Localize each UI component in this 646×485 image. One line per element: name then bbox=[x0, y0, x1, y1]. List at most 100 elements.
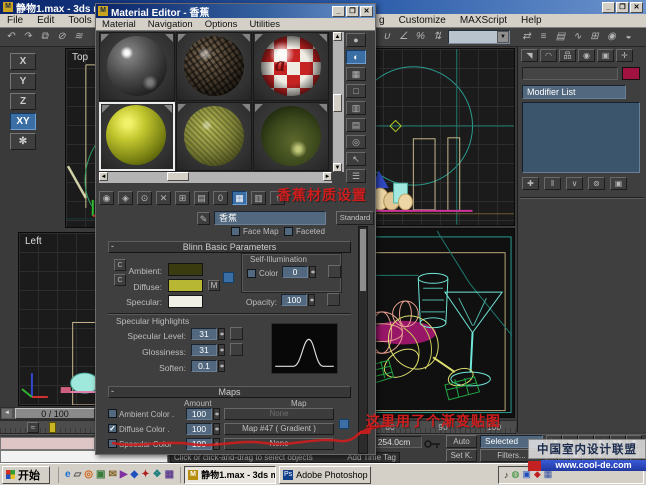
undo-icon[interactable]: ↶ bbox=[2, 29, 19, 44]
material-sample-slot[interactable] bbox=[253, 102, 329, 171]
dropdown-arrow-icon[interactable]: ▼ bbox=[497, 31, 509, 43]
material-sample-slot[interactable]: a bbox=[253, 32, 329, 101]
backlight-icon[interactable]: ◐ bbox=[346, 50, 366, 64]
volume-icon[interactable]: ♪ bbox=[504, 470, 509, 480]
align-icon[interactable]: ≡ bbox=[535, 29, 552, 44]
quicklaunch-icon-1[interactable]: ▣ bbox=[96, 469, 105, 480]
modifier-stack-list[interactable] bbox=[522, 102, 640, 173]
me-menu-navigation[interactable]: Navigation bbox=[142, 19, 199, 30]
ambient-map-amount[interactable]: 100 bbox=[186, 408, 212, 420]
material-id-channel-icon[interactable]: 0 bbox=[213, 191, 228, 205]
menu-customize[interactable]: Customize bbox=[392, 15, 453, 26]
specular-map-button[interactable]: None bbox=[224, 438, 334, 450]
previous-frame-arrow-icon[interactable]: ◄ bbox=[2, 409, 12, 418]
menu-help[interactable]: Help bbox=[514, 15, 549, 26]
quicklaunch-icon-2[interactable]: ✉ bbox=[108, 469, 116, 480]
quicklaunch-icon-3[interactable]: ▶ bbox=[120, 469, 128, 480]
material-editor-icon[interactable]: ◉ bbox=[603, 29, 620, 44]
axis-x-button[interactable]: X bbox=[10, 53, 36, 70]
put-to-scene-icon[interactable]: ◈ bbox=[118, 191, 133, 205]
close-button[interactable]: ✕ bbox=[630, 2, 643, 13]
snap-flyout-icon[interactable]: ✻ bbox=[10, 133, 36, 150]
specular-level-value[interactable]: 31 bbox=[191, 328, 217, 340]
object-color-swatch[interactable] bbox=[622, 67, 640, 80]
glossiness-map-button[interactable] bbox=[230, 343, 243, 356]
glossiness-spinner[interactable] bbox=[218, 344, 225, 356]
percent-snap-icon[interactable]: % bbox=[412, 29, 429, 44]
opacity-value[interactable]: 100 bbox=[281, 294, 307, 306]
menu-tools[interactable]: Tools bbox=[61, 15, 98, 26]
collapse-icon[interactable]: - bbox=[111, 386, 114, 396]
diffuse-map-checkbox[interactable]: ✓ bbox=[108, 424, 117, 433]
scroll-down-icon[interactable]: ▼ bbox=[333, 163, 342, 172]
pin-stack-button[interactable]: ✚ bbox=[522, 177, 539, 190]
show-desktop-icon[interactable]: ▱ bbox=[74, 469, 82, 480]
angle-snap-icon[interactable]: ∠ bbox=[395, 29, 412, 44]
material-sample-slot[interactable] bbox=[176, 102, 252, 171]
me-menu-utilities[interactable]: Utilities bbox=[243, 19, 286, 30]
configure-modifier-sets-button[interactable]: ▣ bbox=[610, 177, 627, 190]
opacity-map-button[interactable] bbox=[327, 293, 340, 306]
axis-y-button[interactable]: Y bbox=[10, 73, 36, 90]
snap-toggle-icon[interactable]: ∪ bbox=[378, 29, 395, 44]
mirror-icon[interactable]: ⇄ bbox=[518, 29, 535, 44]
sample-uv-tiling-icon[interactable]: □ bbox=[346, 84, 366, 98]
faceted-checkbox[interactable] bbox=[284, 227, 293, 236]
show-map-in-viewport-icon[interactable]: ▦ bbox=[232, 191, 247, 205]
show-end-result-icon[interactable]: ▥ bbox=[251, 191, 266, 205]
show-end-result-button[interactable]: ‖ bbox=[544, 177, 561, 190]
task-3dsmax[interactable]: M静物1.max - 3ds m... bbox=[184, 466, 276, 484]
tab-utilities[interactable]: ✛ bbox=[616, 49, 633, 62]
time-slider[interactable]: 0 / 100 bbox=[15, 408, 95, 419]
reset-map-icon[interactable]: ✕ bbox=[156, 191, 171, 205]
menu-file[interactable]: File bbox=[0, 15, 30, 26]
material-sample-slot-selected[interactable] bbox=[99, 102, 175, 171]
mini-curve-editor-button[interactable]: ≈ bbox=[27, 422, 39, 433]
self-illumination-value[interactable]: 0 bbox=[282, 266, 308, 278]
opacity-spinner[interactable] bbox=[308, 294, 315, 306]
remove-modifier-button[interactable]: ⊚ bbox=[588, 177, 605, 190]
render-setup-icon[interactable]: ◒ bbox=[620, 29, 637, 44]
pick-material-eyedropper-icon[interactable]: ✎ bbox=[197, 212, 210, 225]
ambient-map-button[interactable]: None bbox=[224, 408, 334, 420]
rollout-maps[interactable]: Maps bbox=[108, 386, 351, 398]
maximize-button[interactable]: ❐ bbox=[616, 2, 629, 13]
material-type-button[interactable]: Standard bbox=[336, 211, 374, 225]
spinner-snap-icon[interactable]: ⇅ bbox=[429, 29, 446, 44]
tab-motion[interactable]: ◉ bbox=[578, 49, 595, 62]
viewport-front[interactable] bbox=[363, 48, 515, 226]
scroll-left-icon[interactable]: ◄ bbox=[99, 172, 108, 181]
menu-edit[interactable]: Edit bbox=[30, 15, 61, 26]
object-name-field[interactable] bbox=[522, 67, 618, 80]
soften-value[interactable]: 0.1 bbox=[191, 360, 217, 372]
quicklaunch-icon-5[interactable]: ✦ bbox=[141, 469, 149, 480]
unlink-selection-icon[interactable]: ⊘ bbox=[53, 29, 70, 44]
select-by-material-icon[interactable]: ↖ bbox=[346, 152, 366, 166]
menu-maxscript[interactable]: MAXScript bbox=[453, 15, 514, 26]
scroll-up-icon[interactable]: ▲ bbox=[333, 32, 342, 41]
make-preview-icon[interactable]: ▤ bbox=[346, 118, 366, 132]
self-illumination-color-checkbox[interactable] bbox=[247, 269, 256, 278]
put-to-library-icon[interactable]: ▤ bbox=[194, 191, 209, 205]
rollout-blinn-basic-parameters[interactable]: Blinn Basic Parameters bbox=[108, 241, 351, 253]
maxscript-mini-listener-pink[interactable] bbox=[0, 437, 95, 450]
tab-create[interactable]: ◥ bbox=[521, 49, 538, 62]
material-name-dropdown[interactable]: 香蕉 bbox=[214, 211, 326, 225]
maximize-button[interactable]: ❐ bbox=[346, 6, 359, 17]
close-button[interactable]: ✕ bbox=[360, 6, 373, 17]
modifier-list-dropdown[interactable]: Modifier List bbox=[522, 85, 626, 99]
axis-xy-button[interactable]: XY bbox=[10, 113, 36, 130]
set-key-button[interactable]: Set K. bbox=[446, 449, 477, 462]
specular-level-map-button[interactable] bbox=[230, 327, 243, 340]
named-selection-combobox[interactable]: ▼ bbox=[448, 30, 510, 44]
sample-type-icon[interactable]: ● bbox=[346, 33, 366, 47]
minimize-button[interactable]: _ bbox=[332, 6, 345, 17]
specular-map-checkbox[interactable] bbox=[108, 439, 117, 448]
quicklaunch-icon-6[interactable]: ❖ bbox=[153, 469, 162, 480]
select-and-link-icon[interactable]: ⧉ bbox=[36, 29, 53, 44]
self-illumination-map-button[interactable] bbox=[328, 265, 341, 278]
soften-spinner[interactable] bbox=[218, 360, 225, 372]
material-editor-titlebar[interactable]: M Material Editor - 香蕉 _❐✕ bbox=[96, 4, 375, 18]
diffuse-color-swatch[interactable] bbox=[168, 279, 203, 292]
ambient-map-checkbox[interactable] bbox=[108, 409, 117, 418]
